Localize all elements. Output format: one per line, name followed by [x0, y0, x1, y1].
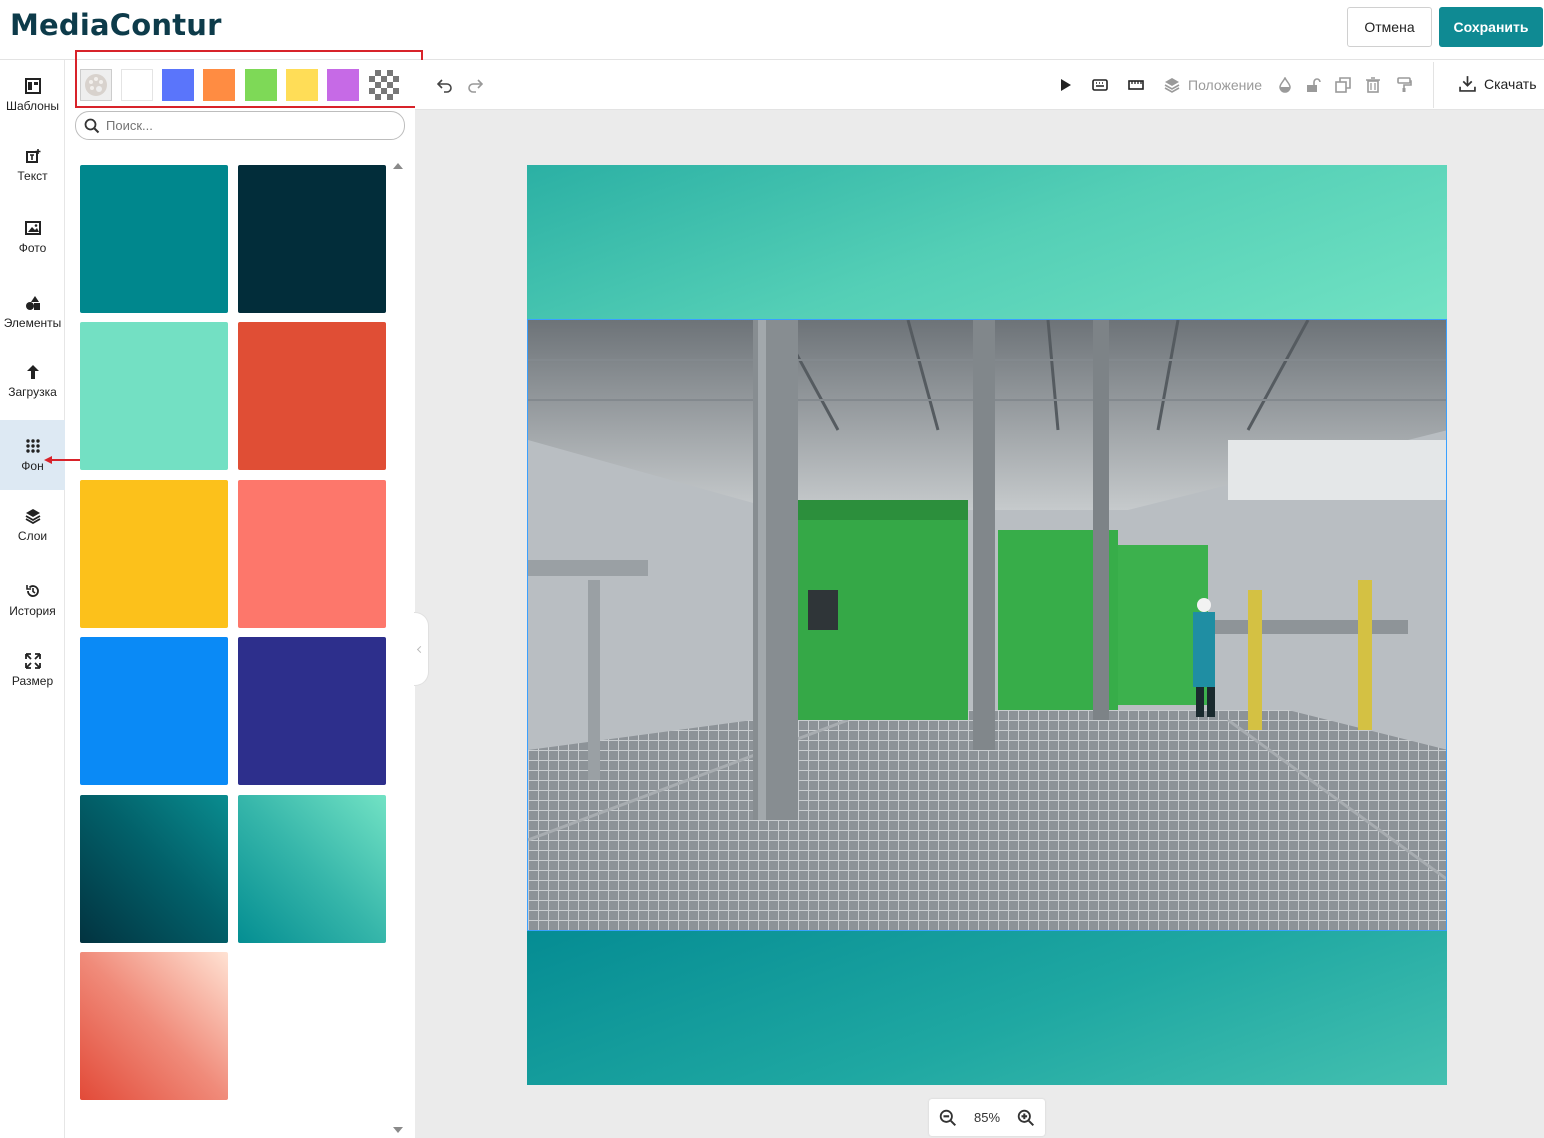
background-search	[75, 111, 405, 140]
download-label: Скачать	[1484, 75, 1537, 92]
custom-color-palette-button[interactable]	[80, 69, 112, 101]
redo-icon[interactable]	[467, 77, 483, 93]
toolbar-divider	[1433, 62, 1434, 108]
sidebar-label-elements: Элементы	[3, 315, 62, 330]
background-tile-gradient-coral-peach[interactable]	[80, 952, 228, 1100]
duplicate-icon[interactable]	[1335, 77, 1351, 93]
quick-color-yellow[interactable]	[286, 69, 318, 101]
background-tile-dark-teal[interactable]	[238, 165, 386, 313]
opacity-drop-icon[interactable]	[1277, 77, 1293, 93]
quick-color-white[interactable]	[121, 69, 153, 101]
elements-icon	[25, 295, 40, 310]
app-header: MediaContur Отмена Сохранить	[0, 0, 1544, 60]
sidebar-item-text[interactable]: Текст	[0, 130, 65, 200]
design-artboard[interactable]	[527, 165, 1447, 1085]
text-icon	[25, 148, 40, 163]
background-tile-mint[interactable]	[80, 322, 228, 470]
keyboard-icon[interactable]	[1092, 77, 1108, 93]
left-sidebar: Шаблоны Текст Фото Элементы Загрузка Фон…	[0, 60, 65, 1138]
cancel-button[interactable]: Отмена	[1347, 7, 1432, 47]
quick-color-orange[interactable]	[203, 69, 235, 101]
play-icon[interactable]	[1057, 77, 1073, 93]
app-logo: MediaContur	[10, 8, 222, 42]
undo-icon[interactable]	[437, 77, 453, 93]
arrow-annotation-icon	[44, 456, 80, 464]
background-tile-salmon[interactable]	[238, 480, 386, 628]
panel-collapse-handle[interactable]	[414, 612, 429, 686]
quick-color-blue[interactable]	[162, 69, 194, 101]
position-layers-icon[interactable]	[1164, 77, 1180, 93]
ruler-icon[interactable]	[1128, 77, 1144, 93]
sidebar-label-templates: Шаблоны	[5, 98, 60, 113]
background-tile-red[interactable]	[238, 322, 386, 470]
resize-icon	[24, 652, 41, 669]
search-input[interactable]	[106, 118, 386, 133]
sidebar-item-resize[interactable]: Размер	[0, 635, 65, 705]
templates-icon	[24, 77, 41, 94]
save-button[interactable]: Сохранить	[1439, 7, 1543, 47]
artboard-top-band	[527, 165, 1447, 319]
background-tile-gradient-teal-mint[interactable]	[238, 795, 386, 943]
position-label[interactable]: Положение	[1188, 77, 1262, 93]
photo-icon	[24, 220, 41, 235]
history-icon	[25, 584, 39, 597]
sidebar-label-resize: Размер	[11, 673, 54, 688]
quick-color-green[interactable]	[245, 69, 277, 101]
background-tile-blue[interactable]	[80, 637, 228, 785]
sidebar-item-elements[interactable]: Элементы	[0, 277, 65, 347]
background-tile-indigo[interactable]	[238, 637, 386, 785]
quick-color-purple[interactable]	[327, 69, 359, 101]
panel-scroll-down[interactable]	[393, 1127, 403, 1133]
editor-toolbar: Положение Скачать	[415, 60, 1544, 110]
download-button[interactable]: Скачать	[1459, 75, 1537, 92]
layers-icon	[25, 508, 40, 524]
zoom-out-icon[interactable]	[939, 1109, 957, 1127]
search-icon	[84, 118, 100, 133]
upload-icon	[26, 364, 39, 379]
zoom-level: 85%	[973, 1110, 1001, 1125]
background-tile-teal[interactable]	[80, 165, 228, 313]
sidebar-item-layers[interactable]: Слои	[0, 490, 65, 560]
quick-color-transparent[interactable]	[368, 69, 400, 101]
download-icon	[1459, 76, 1476, 92]
sidebar-label-history: История	[9, 603, 56, 618]
sidebar-label-photo: Фото	[18, 240, 47, 255]
artboard-bottom-band	[527, 931, 1447, 1085]
sidebar-item-templates[interactable]: Шаблоны	[0, 60, 65, 130]
delete-icon[interactable]	[1365, 77, 1381, 93]
sidebar-label-layers: Слои	[17, 528, 48, 543]
sidebar-label-text: Текст	[17, 168, 48, 183]
zoom-in-icon[interactable]	[1017, 1109, 1035, 1127]
background-tile-gradient-deep-teal[interactable]	[80, 795, 228, 943]
sidebar-item-history[interactable]: История	[0, 565, 65, 635]
sidebar-item-upload[interactable]: Загрузка	[0, 346, 65, 416]
background-icon	[25, 438, 40, 453]
palette-icon	[85, 74, 107, 96]
sidebar-label-upload: Загрузка	[8, 384, 57, 399]
format-painter-icon[interactable]	[1396, 77, 1412, 93]
sidebar-item-background[interactable]: Фон	[0, 420, 65, 490]
zoom-control: 85%	[929, 1099, 1045, 1136]
factory-photo[interactable]	[527, 319, 1447, 931]
factory-photo-image	[528, 320, 1446, 930]
panel-scroll-up[interactable]	[393, 163, 403, 169]
sidebar-label-background: Фон	[21, 458, 44, 473]
background-tile-yellow[interactable]	[80, 480, 228, 628]
unlock-icon[interactable]	[1305, 77, 1321, 93]
sidebar-item-photo[interactable]: Фото	[0, 202, 65, 272]
